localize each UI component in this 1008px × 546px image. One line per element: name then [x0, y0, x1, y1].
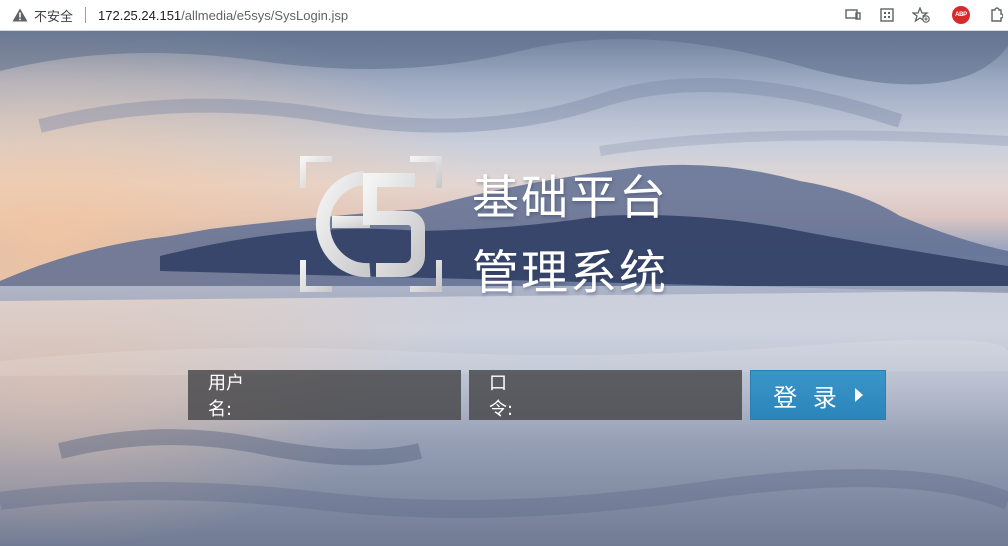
password-input[interactable] — [531, 374, 742, 416]
security-label: 不安全 — [34, 8, 74, 24]
login-stage: 基础平台 管理系统 用户名: 口令: 登 录 — [0, 31, 1008, 546]
page: 不安全 172.25.24.151/allmedia/e5sys/SysLogi… — [0, 0, 1008, 546]
username-label: 用户名: — [208, 373, 244, 420]
password-field[interactable]: 口令: — [469, 370, 742, 420]
password-label: 口令: — [489, 373, 514, 420]
username-input[interactable] — [250, 374, 461, 416]
warning-icon — [12, 8, 28, 22]
cast-icon[interactable] — [836, 0, 870, 30]
url-text[interactable]: 172.25.24.151/allmedia/e5sys/SysLogin.js… — [98, 8, 348, 23]
star-add-icon[interactable] — [904, 0, 938, 30]
divider — [85, 7, 87, 23]
system-title-line1: 基础平台 — [472, 171, 668, 226]
system-title-line2: 管理系统 — [472, 246, 668, 301]
e5-logo-icon — [300, 156, 442, 292]
abp-badge: ABP — [952, 6, 970, 24]
username-field[interactable]: 用户名: — [188, 370, 461, 420]
url-path: /allmedia/e5sys/SysLogin.jsp — [181, 7, 349, 23]
login-button[interactable]: 登 录 — [750, 370, 886, 420]
toolbar-icons: ABP — [836, 0, 1008, 30]
security-indicator[interactable]: 不安全 — [12, 6, 73, 25]
browser-address-bar: 不安全 172.25.24.151/allmedia/e5sys/SysLogi… — [0, 0, 1008, 31]
url-host: 172.25.24.151 — [98, 7, 182, 23]
grid-icon[interactable] — [870, 0, 904, 30]
extensions-icon[interactable] — [984, 0, 1008, 30]
login-button-label: 登 录 — [773, 383, 841, 412]
adblock-plus-icon[interactable]: ABP — [938, 0, 984, 30]
arrow-right-icon — [854, 388, 863, 402]
